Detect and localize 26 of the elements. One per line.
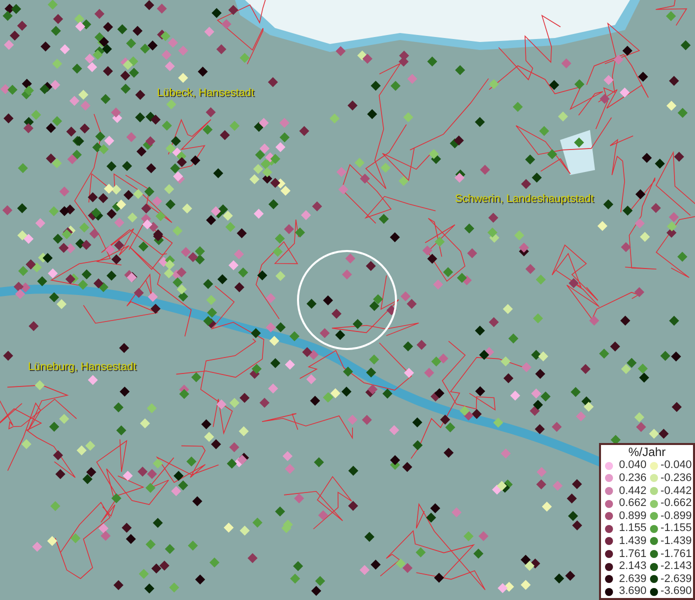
legend-value: -1.761 xyxy=(660,548,692,560)
legend-value: 1.439 xyxy=(619,535,647,548)
legend-value: -0.442 xyxy=(660,484,692,498)
place-label: Lüneburg, Hansestadt xyxy=(28,360,136,375)
legend-value: 1.155 xyxy=(619,522,647,536)
legend-title: %/Jahr xyxy=(627,445,667,460)
legend-value: 2.639 xyxy=(619,572,647,586)
legend-value: -0.040 xyxy=(660,459,692,472)
legend-value: -0.236 xyxy=(660,472,692,485)
legend-value: -1.439 xyxy=(660,535,692,548)
legend-value: -0.662 xyxy=(660,497,692,510)
legend-value: 0.662 xyxy=(619,497,647,510)
legend-value: -3.690 xyxy=(660,585,692,598)
legend-value: 0.899 xyxy=(619,510,647,522)
place-label: Lübeck, Hansestadt xyxy=(157,86,254,101)
legend-value: -0.899 xyxy=(660,510,692,522)
legend-value: 3.690 xyxy=(619,585,647,598)
legend-value: -2.639 xyxy=(660,572,692,586)
legend-value: -2.143 xyxy=(660,560,692,573)
legend-value: 0.236 xyxy=(619,472,647,485)
legend-value: 2.143 xyxy=(619,560,647,573)
place-label: Schwerin, Landeshauptstadt xyxy=(455,192,594,207)
legend-value: -1.155 xyxy=(660,522,692,536)
legend-value: 1.761 xyxy=(619,548,647,560)
legend-value: 0.040 xyxy=(619,459,647,472)
legend-value: 0.442 xyxy=(619,484,647,498)
